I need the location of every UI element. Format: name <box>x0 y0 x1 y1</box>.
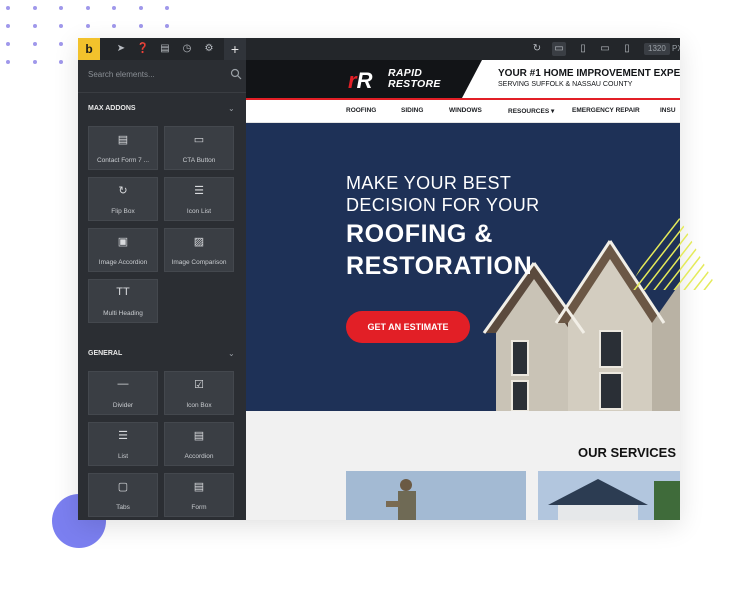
brand-logo-mark[interactable]: rR <box>348 68 372 94</box>
mobile-view-icon[interactable]: ▯ <box>620 42 634 56</box>
page-builder-window: b ➤ ❓ ▤ ◷ ⚙ + ↻ ▭ ▯ ▭ ▯ 1320 PX Search e… <box>78 38 680 520</box>
folder-icon: ▢ <box>117 481 129 493</box>
element-label: List <box>117 453 129 460</box>
element-icon-box[interactable]: ☑ Icon Box <box>164 371 234 415</box>
element-image-accordion[interactable]: ▣ Image Accordion <box>88 228 158 272</box>
brand-line-2: RESTORE <box>388 78 441 90</box>
elements-sidebar: Search elements... MAX ADDONS ⌄ ▤ Contac… <box>78 60 246 520</box>
element-divider[interactable]: — Divider <box>88 371 158 415</box>
nav-item-siding[interactable]: SIDING <box>401 107 423 114</box>
element-list[interactable]: ☰ List <box>88 422 158 466</box>
nav-item-resources[interactable]: RESOURCES ▾ <box>508 107 554 115</box>
tagline-area <box>482 60 680 98</box>
viewport-width-unit: PX <box>672 44 680 53</box>
divider-icon: — <box>117 378 129 390</box>
button-icon: ▭ <box>193 134 205 146</box>
element-label: Contact Form 7 ... <box>96 157 150 164</box>
element-flip-box[interactable]: ↻ Flip Box <box>88 177 158 221</box>
element-label: Image Comparison <box>171 259 227 266</box>
cursor-icon[interactable]: ➤ <box>114 42 128 56</box>
header-slant <box>462 60 482 98</box>
decor-striped-triangle <box>628 208 718 290</box>
services-title: OUR SERVICES <box>578 445 677 460</box>
element-cta-button[interactable]: ▭ CTA Button <box>164 126 234 170</box>
hero-line-4: RESTORATION <box>346 252 533 280</box>
form-icon: ▤ <box>117 134 129 146</box>
element-label: Tabs <box>116 504 130 511</box>
search-icon[interactable] <box>230 68 242 80</box>
history-icon[interactable]: ◷ <box>180 42 194 56</box>
accordion-icon: ▤ <box>193 430 205 442</box>
tablet-landscape-view-icon[interactable]: ▭ <box>598 42 612 56</box>
element-multi-heading[interactable]: TT Multi Heading <box>88 279 158 323</box>
heading-icon: TT <box>116 286 130 298</box>
chevron-down-icon[interactable]: ⌄ <box>228 349 235 358</box>
image-accordion-icon: ▣ <box>117 236 129 248</box>
element-label: Form <box>191 504 207 511</box>
desktop-view-icon[interactable]: ▭ <box>552 42 566 56</box>
roofer-photo <box>346 471 526 520</box>
site-canvas: rR RAPID RESTORE YOUR #1 HOME IMPROVEMEN… <box>246 60 680 520</box>
builder-logo[interactable]: b <box>78 38 100 60</box>
hero-line-3: ROOFING & <box>346 220 494 248</box>
element-search[interactable]: Search elements... <box>78 60 246 93</box>
element-accordion[interactable]: ▤ Accordion <box>164 422 234 466</box>
element-contact-form-7[interactable]: ▤ Contact Form 7 ... <box>88 126 158 170</box>
element-label: Accordion <box>184 453 214 460</box>
brand-logo[interactable]: RAPID RESTORE <box>388 68 441 90</box>
refresh-icon[interactable]: ↻ <box>530 42 544 56</box>
nav-item-emergency-repair[interactable]: EMERGENCY REPAIR <box>572 107 640 114</box>
element-image-comparison[interactable]: ▨ Image Comparison <box>164 228 234 272</box>
add-element-button[interactable]: + <box>224 38 246 60</box>
services-section: OUR SERVICES <box>246 411 680 520</box>
element-label: Icon Box <box>186 402 212 409</box>
house-photo <box>538 471 680 520</box>
get-estimate-button[interactable]: GET AN ESTIMATE <box>346 311 470 343</box>
form-icon: ▤ <box>193 481 205 493</box>
section-title-general[interactable]: GENERAL <box>88 350 122 357</box>
header-subtagline: SERVING SUFFOLK & NASSAU COUNTY <box>498 81 633 88</box>
element-label: Icon List <box>186 208 212 215</box>
element-icon-list[interactable]: ☰ Icon List <box>164 177 234 221</box>
gear-icon[interactable]: ⚙ <box>202 42 216 56</box>
element-tabs[interactable]: ▢ Tabs <box>88 473 158 517</box>
flip-icon: ↻ <box>118 185 128 197</box>
element-label: Image Accordion <box>98 259 148 266</box>
image-icon: ▨ <box>193 236 205 248</box>
element-label: Divider <box>112 402 134 409</box>
page-icon[interactable]: ▤ <box>158 42 172 56</box>
element-form[interactable]: ▤ Form <box>164 473 234 517</box>
service-image-roofer[interactable] <box>346 471 526 520</box>
hero-line-2: DECISION FOR YOUR <box>346 195 540 215</box>
builder-toolbar: b ➤ ❓ ▤ ◷ ⚙ + ↻ ▭ ▯ ▭ ▯ 1320 PX <box>78 38 680 60</box>
section-title-max-addons[interactable]: MAX ADDONS <box>88 105 136 112</box>
site-nav: ROOFING SIDING WINDOWS RESOURCES ▾ EMERG… <box>246 100 680 123</box>
checkbox-icon: ☑ <box>194 379 204 391</box>
service-image-house[interactable] <box>538 471 680 520</box>
nav-item-roofing[interactable]: ROOFING <box>346 107 376 114</box>
element-label: Flip Box <box>111 208 135 215</box>
hero-section: MAKE YOUR BEST DECISION FOR YOUR ROOFING… <box>246 123 680 411</box>
viewport-width-input[interactable]: 1320 <box>644 43 670 55</box>
list-icon: ☰ <box>118 430 128 442</box>
search-input[interactable]: Search elements... <box>88 70 155 79</box>
site-header: rR RAPID RESTORE YOUR #1 HOME IMPROVEMEN… <box>246 60 680 98</box>
tablet-view-icon[interactable]: ▯ <box>576 42 590 56</box>
nav-item-insurance[interactable]: INSU <box>660 107 676 114</box>
header-tagline: YOUR #1 HOME IMPROVEMENT EXPERTS <box>498 68 680 79</box>
hero-line-1: MAKE YOUR BEST <box>346 173 512 193</box>
element-label: Multi Heading <box>103 310 143 317</box>
list-icon: ☰ <box>194 185 204 197</box>
help-icon[interactable]: ❓ <box>136 42 150 56</box>
chevron-down-icon[interactable]: ⌄ <box>228 104 235 113</box>
element-label: CTA Button <box>182 157 216 164</box>
nav-item-windows[interactable]: WINDOWS <box>449 107 482 114</box>
